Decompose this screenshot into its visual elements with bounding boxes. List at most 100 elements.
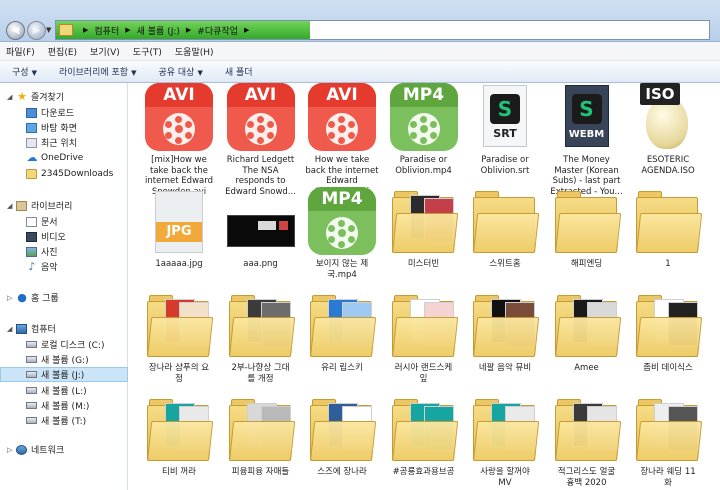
nav-onedrive[interactable]: ☁ OneDrive bbox=[0, 150, 128, 165]
menu-view[interactable]: 보기(V) bbox=[90, 45, 120, 58]
include-library-button[interactable]: 라이브러리에 포함 ▼ bbox=[59, 65, 137, 78]
file-name[interactable]: #공룡효과용브공 bbox=[382, 467, 466, 478]
chevron-right-icon[interactable]: ▶ bbox=[244, 26, 249, 34]
file-thumbnail[interactable]: S WEBM bbox=[545, 83, 629, 155]
nav-documents[interactable]: 문서 bbox=[0, 214, 128, 229]
file-name[interactable]: ESOTERIC AGENDA.ISO bbox=[626, 155, 710, 176]
file-name[interactable]: 장나라 웨딩 11 화 bbox=[626, 467, 710, 488]
file-thumbnail[interactable] bbox=[382, 187, 466, 259]
file-name[interactable]: 미스터빈 bbox=[382, 259, 466, 270]
file-thumbnail[interactable]: ISO bbox=[626, 83, 710, 155]
file-thumbnail[interactable]: MP4 bbox=[300, 187, 384, 259]
nav-network[interactable]: ▷ 네트워크 bbox=[0, 442, 128, 457]
file-thumbnail[interactable] bbox=[382, 395, 466, 467]
file-thumbnail[interactable] bbox=[137, 291, 221, 363]
nav-desktop[interactable]: 바탕 화면 bbox=[0, 120, 128, 135]
file-name[interactable]: 1 bbox=[626, 259, 710, 270]
file-name[interactable]: 네팔 음악 뮤비 bbox=[463, 363, 547, 374]
expand-icon[interactable]: ▷ bbox=[7, 446, 12, 454]
collapse-icon[interactable]: ◢ bbox=[7, 202, 12, 210]
nav-libraries[interactable]: ◢ 라이브러리 bbox=[0, 198, 128, 213]
address-bar[interactable]: ▶ 컴퓨터 ▶ 새 볼륨 (J:) ▶ #다큐작업 ▶ bbox=[55, 20, 710, 40]
file-thumbnail[interactable]: MP4 bbox=[382, 83, 466, 155]
file-thumbnail[interactable] bbox=[300, 395, 384, 467]
chevron-right-icon[interactable]: ▶ bbox=[83, 26, 88, 34]
nav-favorites[interactable]: ◢ ★ 즐겨찾기 bbox=[0, 89, 128, 104]
nav-homegroup[interactable]: ▷ ● 홈 그룹 bbox=[0, 290, 128, 305]
file-thumbnail[interactable]: S SRT bbox=[463, 83, 547, 155]
file-thumbnail[interactable] bbox=[137, 395, 221, 467]
file-thumbnail[interactable] bbox=[219, 187, 303, 259]
collapse-icon[interactable]: ◢ bbox=[7, 93, 12, 101]
organize-button[interactable]: 구성 ▼ bbox=[12, 65, 37, 78]
breadcrumb-computer[interactable]: 컴퓨터 bbox=[94, 24, 119, 37]
file-thumbnail[interactable] bbox=[219, 291, 303, 363]
collapse-icon[interactable]: ◢ bbox=[7, 325, 12, 333]
menu-tools[interactable]: 도구(T) bbox=[133, 45, 162, 58]
file-name[interactable]: 보이지 않는 제 국.mp4 bbox=[300, 259, 384, 280]
file-name[interactable]: 2부-나향상 그대 를 개정 bbox=[219, 363, 303, 384]
file-thumbnail[interactable] bbox=[300, 291, 384, 363]
file-name[interactable]: 사랑을 할꺼야 MV bbox=[463, 467, 547, 488]
chevron-right-icon[interactable]: ▶ bbox=[186, 26, 191, 34]
file-name[interactable]: 스즈에 장나라 bbox=[300, 467, 384, 478]
file-thumbnail[interactable] bbox=[219, 395, 303, 467]
file-name[interactable]: 유리 립스키 bbox=[300, 363, 384, 374]
nav-downloads[interactable]: 다운로드 bbox=[0, 105, 128, 120]
file-thumbnail[interactable]: AVI bbox=[219, 83, 303, 155]
new-folder-button[interactable]: 새 폴더 bbox=[225, 65, 253, 78]
file-thumbnail[interactable]: AVI bbox=[300, 83, 384, 155]
file-thumbnail[interactable] bbox=[626, 291, 710, 363]
folder-front bbox=[391, 317, 458, 357]
file-thumbnail[interactable] bbox=[626, 395, 710, 467]
file-name[interactable]: Paradise or Oblivion.srt bbox=[463, 155, 547, 176]
nav-drive-l[interactable]: 새 볼륨 (L:) bbox=[0, 383, 128, 398]
expand-icon[interactable]: ▷ bbox=[7, 294, 12, 302]
file-name[interactable]: 1aaaaa.jpg bbox=[137, 259, 221, 270]
file-name[interactable]: 피융피융 자매들 bbox=[219, 467, 303, 478]
file-name[interactable]: 티비 꺼라 bbox=[137, 467, 221, 478]
nav-drive-t[interactable]: 새 볼륨 (T:) bbox=[0, 413, 128, 428]
drive-icon bbox=[26, 371, 37, 378]
menu-help[interactable]: 도움말(H) bbox=[175, 45, 214, 58]
breadcrumb-drive-j[interactable]: 새 볼륨 (J:) bbox=[137, 24, 180, 37]
share-with-button[interactable]: 공유 대상 ▼ bbox=[158, 65, 202, 78]
file-thumbnail[interactable]: AVI bbox=[137, 83, 221, 155]
file-thumbnail[interactable] bbox=[545, 395, 629, 467]
file-name[interactable]: aaa.png bbox=[219, 259, 303, 270]
recent-pages-dropdown-icon[interactable]: ▼ bbox=[46, 26, 51, 34]
nav-pictures[interactable]: 사진 bbox=[0, 244, 128, 259]
nav-music[interactable]: ♪ 음악 bbox=[0, 259, 128, 274]
file-thumbnail[interactable] bbox=[382, 291, 466, 363]
file-name[interactable]: 스위트홈 bbox=[463, 259, 547, 270]
menu-edit[interactable]: 편집(E) bbox=[48, 45, 77, 58]
nav-videos[interactable]: 비디오 bbox=[0, 229, 128, 244]
nav-drive-m[interactable]: 새 볼륨 (M:) bbox=[0, 398, 128, 413]
file-thumbnail[interactable] bbox=[545, 291, 629, 363]
breadcrumb-current-folder[interactable]: #다큐작업 bbox=[197, 24, 238, 37]
file-thumbnail[interactable] bbox=[463, 395, 547, 467]
nav-drive-j[interactable]: 새 볼륨 (J:) bbox=[0, 367, 128, 382]
menu-file[interactable]: 파일(F) bbox=[6, 45, 35, 58]
back-button[interactable]: ◀ bbox=[6, 21, 25, 40]
file-name[interactable]: 해피엔딩 bbox=[545, 259, 629, 270]
forward-button[interactable]: ▶ bbox=[27, 21, 46, 40]
file-name[interactable]: 적그리스도 얼굴 흉백 2020 bbox=[545, 467, 629, 488]
file-name[interactable]: Amee bbox=[545, 363, 629, 374]
file-thumbnail[interactable] bbox=[545, 187, 629, 259]
file-name[interactable]: Paradise or Oblivion.mp4 bbox=[382, 155, 466, 176]
file-name[interactable]: 장나라 샴푸의 요 정 bbox=[137, 363, 221, 384]
folder-icon bbox=[554, 399, 621, 461]
file-name[interactable]: 러시아 랜드스케 잎 bbox=[382, 363, 466, 384]
nav-drive-g[interactable]: 새 볼륨 (G:) bbox=[0, 352, 128, 367]
file-thumbnail[interactable]: JPG bbox=[137, 187, 221, 259]
file-name[interactable]: 좀비 데이식스 bbox=[626, 363, 710, 374]
nav-recent-places[interactable]: 최근 위치 bbox=[0, 135, 128, 150]
nav-computer[interactable]: ◢ 컴퓨터 bbox=[0, 321, 128, 336]
chevron-right-icon[interactable]: ▶ bbox=[125, 26, 130, 34]
file-thumbnail[interactable] bbox=[463, 291, 547, 363]
nav-2345downloads[interactable]: 2345Downloads bbox=[0, 166, 128, 181]
file-thumbnail[interactable] bbox=[626, 187, 710, 259]
nav-drive-c[interactable]: 로컬 디스크 (C:) bbox=[0, 337, 128, 352]
file-thumbnail[interactable] bbox=[463, 187, 547, 259]
